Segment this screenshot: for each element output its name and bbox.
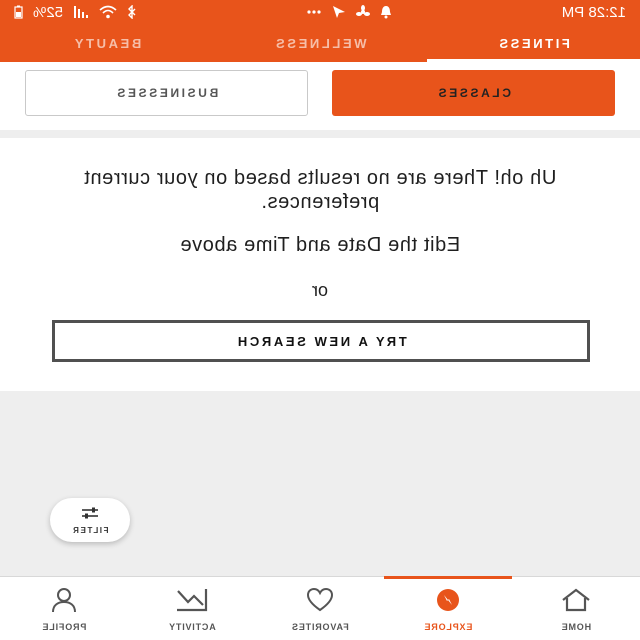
- tab-fitness[interactable]: FITNESS: [427, 24, 640, 62]
- nav-favorites-label: FAVORITES: [291, 621, 349, 632]
- nav-activity[interactable]: ACTIVITY: [128, 577, 256, 640]
- try-new-search-button[interactable]: TRY A NEW SEARCH: [52, 320, 590, 362]
- signal-icon: [73, 5, 89, 19]
- screen: 12:28 PM 52% FITNESS WELLNESS BEAUTY CLA…: [0, 0, 640, 640]
- nav-explore-label: EXPLORE: [423, 621, 473, 632]
- nav-profile[interactable]: PROFILE: [0, 577, 128, 640]
- tab-beauty[interactable]: BEAUTY: [0, 24, 213, 62]
- filter-button[interactable]: FILTER: [50, 498, 130, 542]
- more-dots-icon: [306, 9, 322, 15]
- no-results-message: Uh oh! There are no results based on you…: [83, 167, 557, 213]
- home-icon: [559, 587, 593, 618]
- bluetooth-icon: [127, 5, 137, 19]
- classes-button[interactable]: CLASSES: [332, 70, 615, 116]
- nav-home[interactable]: HOME: [512, 577, 640, 640]
- notification-icon: [380, 5, 392, 19]
- battery-percent: 52%: [33, 3, 64, 21]
- nav-explore[interactable]: EXPLORE: [384, 577, 512, 640]
- nav-home-label: HOME: [560, 621, 592, 632]
- empty-state-card: Uh oh! There are no results based on you…: [0, 138, 640, 391]
- activity-chart-icon: [173, 587, 211, 618]
- person-icon: [49, 587, 79, 618]
- battery-icon: [14, 5, 23, 19]
- filter-label: FILTER: [71, 525, 109, 535]
- or-divider-text: or: [312, 280, 329, 300]
- compass-icon: [435, 587, 461, 618]
- results-type-toggle: CLASSES BUSINESSES: [0, 62, 640, 130]
- nav-profile-label: PROFILE: [41, 621, 87, 632]
- sliders-icon: [80, 506, 100, 524]
- bottom-nav: HOME EXPLORE FAVORITES ACTIVITY PROFILE: [0, 576, 640, 640]
- fan-icon: [356, 5, 371, 19]
- wifi-icon: [99, 5, 117, 19]
- nav-favorites[interactable]: FAVORITES: [256, 577, 384, 640]
- tab-wellness[interactable]: WELLNESS: [213, 24, 426, 62]
- category-tabs: FITNESS WELLNESS BEAUTY: [0, 24, 640, 62]
- send-icon: [332, 5, 346, 19]
- status-bar: 12:28 PM 52%: [0, 0, 640, 24]
- nav-activity-label: ACTIVITY: [168, 621, 216, 632]
- edit-date-hint: Edit the Date and Time above: [179, 234, 461, 256]
- heart-icon: [305, 587, 335, 618]
- businesses-button[interactable]: BUSINESSES: [25, 70, 308, 116]
- clock: 12:28 PM: [561, 3, 626, 21]
